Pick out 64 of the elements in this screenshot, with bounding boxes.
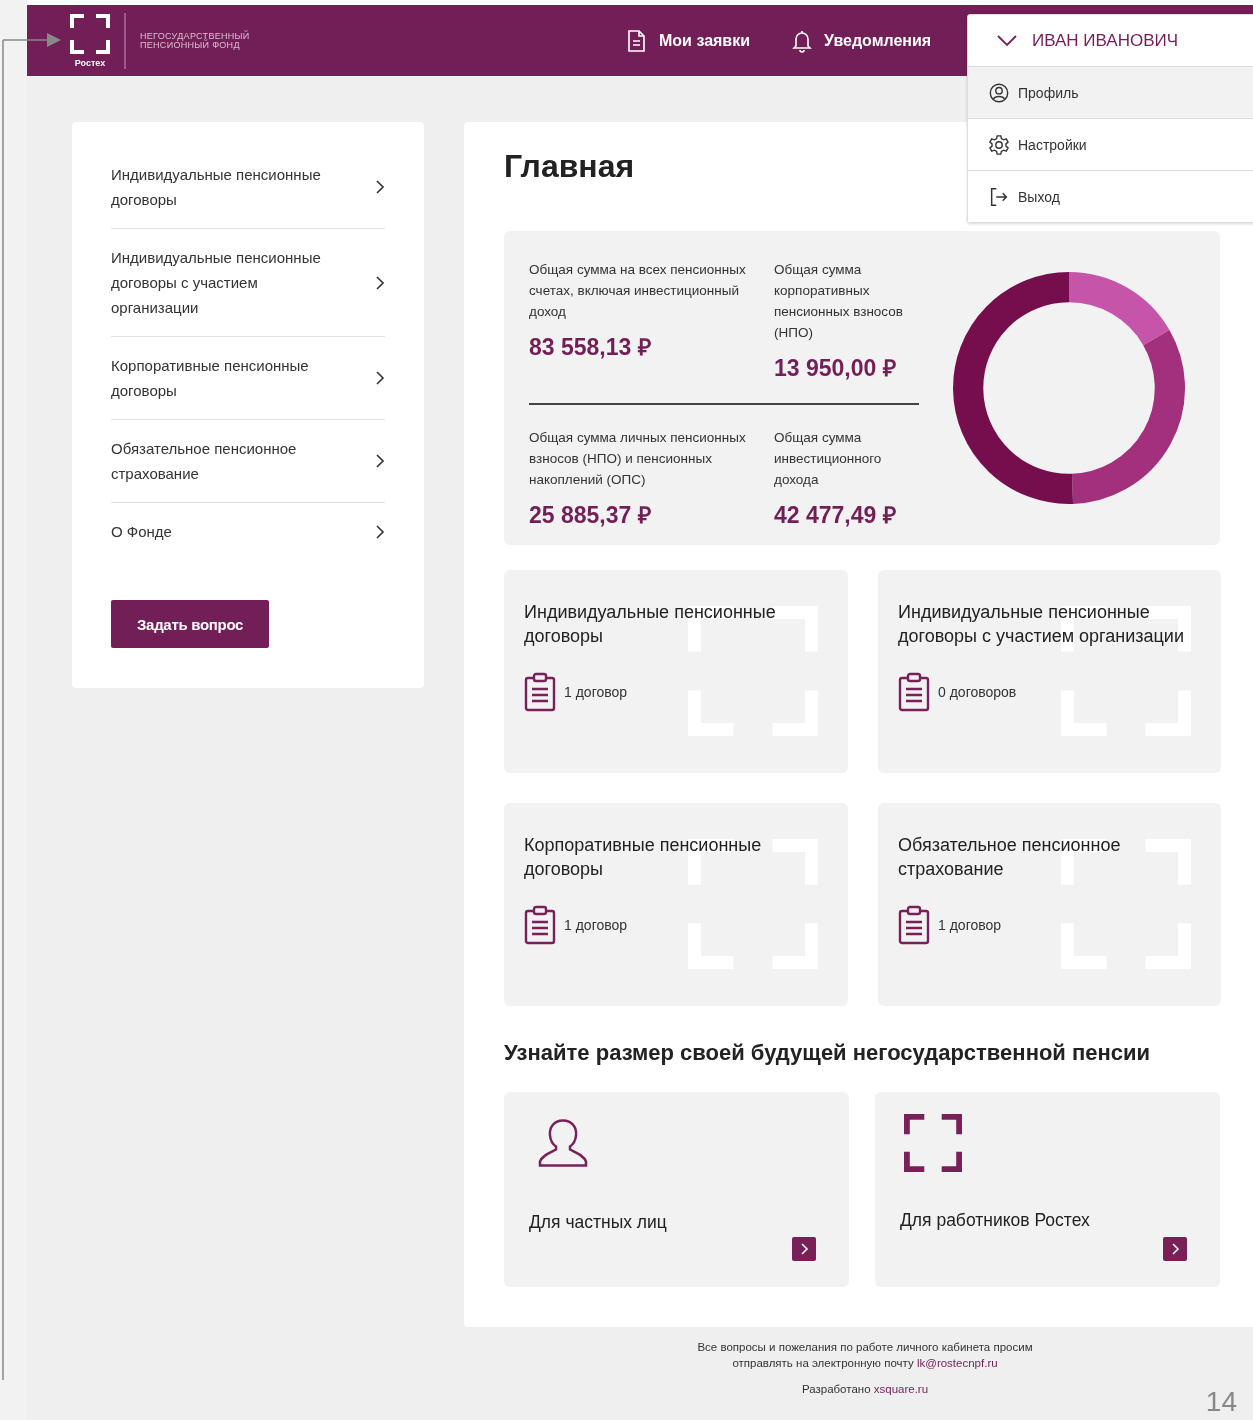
summary-amount: 83 558,13 ₽ bbox=[529, 332, 652, 362]
chevron-right-icon bbox=[375, 523, 385, 540]
logo-icon bbox=[904, 1114, 962, 1172]
arrow-icon bbox=[3, 32, 61, 48]
clipboard-icon bbox=[524, 905, 556, 945]
calculator-card[interactable]: Для работников Ростех bbox=[875, 1092, 1220, 1287]
contract-count: 1 договор bbox=[564, 917, 628, 933]
contract-count: 1 договор bbox=[938, 917, 1002, 933]
user-icon bbox=[988, 81, 1010, 104]
menu-item[interactable]: Профиль bbox=[968, 67, 1253, 119]
sidebar-item[interactable]: Индивидуальные пенсионные договоры bbox=[111, 146, 385, 229]
card-title: Индивидуальные пенсионные договоры bbox=[524, 601, 777, 648]
summary-label: Общая сумма корпоративных пенсионных взносов (НПО) bbox=[774, 260, 904, 342]
chevron-right-icon bbox=[375, 453, 385, 469]
arrow-right-icon[interactable] bbox=[1163, 1237, 1187, 1261]
logo-icon bbox=[70, 13, 110, 54]
calculator-card[interactable]: Для частных лиц bbox=[504, 1092, 849, 1287]
section-heading: Узнайте размер своей будущей негосударственной пенсии bbox=[504, 1040, 1152, 1066]
chevron-right-icon bbox=[375, 179, 385, 195]
menu-item[interactable]: Настройки bbox=[968, 119, 1253, 171]
sidebar-item[interactable]: Обязательное пенсионное страхование bbox=[111, 420, 385, 503]
card-title: Обязательное пенсионное страхование bbox=[898, 834, 1122, 881]
sidebar-item[interactable]: Индивидуальные пенсионные договоры с участием организации bbox=[111, 229, 385, 337]
summary-amount: 25 885,37 ₽ bbox=[529, 500, 652, 530]
card-title: Корпоративные пенсионные договоры bbox=[524, 834, 763, 881]
product-card[interactable]: Корпоративные пенсионные договоры 1 договор bbox=[504, 803, 848, 1006]
logout-icon bbox=[988, 185, 1010, 208]
product-card[interactable]: Индивидуальные пенсионные договоры 1 договор bbox=[504, 570, 848, 773]
clipboard-icon bbox=[524, 672, 556, 712]
organization-name: НЕГОСУДАРСТВЕННЫЙ ПЕНСИОННЫЙ ФОНД bbox=[140, 31, 251, 50]
nav-link[interactable]: Уведомления bbox=[790, 28, 932, 53]
product-card[interactable]: Обязательное пенсионное страхование 1 договор bbox=[878, 803, 1221, 1006]
user-menu-button[interactable]: ИВАН ИВАНОВИЧ bbox=[968, 15, 1253, 67]
developer-credit: Разработано xsquare.ru bbox=[800, 1382, 930, 1397]
card-label: Для частных лиц bbox=[529, 1212, 667, 1233]
nav-link[interactable]: Мои заявки bbox=[625, 28, 751, 53]
logo-caption: Ростех bbox=[74, 57, 106, 68]
chevron-down-icon bbox=[996, 33, 1018, 48]
footer-note: Все вопросы и пожелания по работе личного кабинета просим отправлять на электронную почту lk@rostecnpf.ru bbox=[696, 1340, 1034, 1371]
bell-icon bbox=[790, 28, 815, 53]
chevron-right-icon bbox=[375, 370, 385, 386]
page-number: 14 bbox=[1205, 1386, 1237, 1418]
card-label: Для работников Ростех bbox=[900, 1210, 1090, 1231]
email-link[interactable]: lk@rostecnpf.ru bbox=[916, 1357, 998, 1369]
arrow-right-icon[interactable] bbox=[792, 1237, 816, 1261]
summary-label: Общая сумма инвестиционного дохода bbox=[774, 428, 883, 489]
page-title: Главная bbox=[504, 148, 635, 185]
clipboard-icon bbox=[898, 905, 930, 945]
developer-link[interactable]: xsquare.ru bbox=[873, 1383, 929, 1395]
settings-icon bbox=[988, 133, 1010, 156]
chevron-right-icon bbox=[375, 274, 385, 291]
card-title: Индивидуальные пенсионные договоры с участием организации bbox=[898, 601, 1185, 648]
contract-count: 0 договоров bbox=[938, 684, 1017, 700]
summary-label: Общая сумма личных пенсионных взносов (НПО) и пенсионных накоплений (ОПС) bbox=[529, 428, 747, 489]
sidebar-item[interactable]: О Фонде bbox=[111, 503, 385, 560]
menu-item[interactable]: Выход bbox=[968, 171, 1253, 222]
summary-amount: 42 477,49 ₽ bbox=[774, 500, 897, 530]
product-card[interactable]: Индивидуальные пенсионные договоры с участием организации 0 договоров bbox=[878, 570, 1221, 773]
contract-count: 1 договор bbox=[564, 684, 628, 700]
summary-label: Общая сумма на всех пенсионных счетах, включая инвестиционный доход bbox=[529, 260, 747, 321]
ask-question-button[interactable]: Задать вопрос bbox=[111, 600, 270, 648]
sidebar-item[interactable]: Корпоративные пенсионные договоры bbox=[111, 337, 385, 420]
summary-amount: 13 950,00 ₽ bbox=[774, 353, 897, 383]
clipboard-icon bbox=[898, 672, 930, 712]
